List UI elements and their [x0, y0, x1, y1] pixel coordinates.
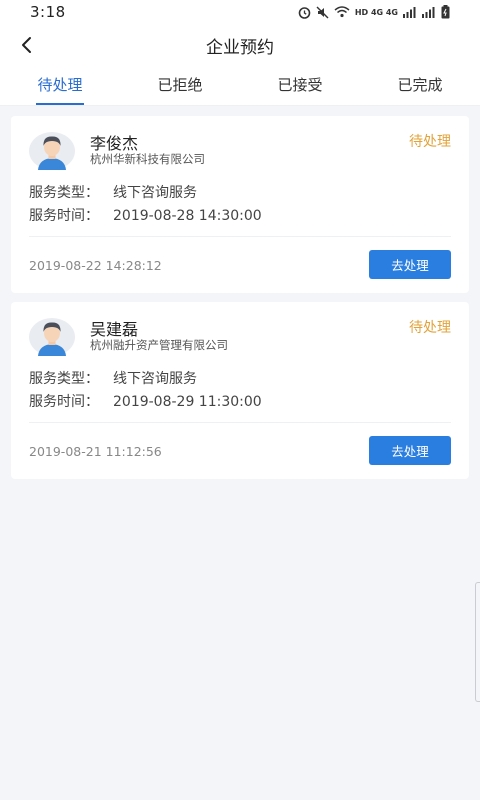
service-type-value: 线下咨询服务: [113, 371, 197, 387]
status-badge: 待处理: [409, 320, 451, 336]
service-time-row: 服务时间： 2019-08-28 14:30:00: [29, 205, 262, 225]
avatar: [29, 132, 75, 170]
service-time-label: 服务时间：: [29, 208, 99, 224]
mute-icon: [316, 6, 329, 18]
chevron-left-icon: [22, 37, 31, 53]
tab-bar: 待处理 已拒绝 已接受 已完成: [0, 66, 480, 106]
back-button[interactable]: [14, 32, 40, 58]
tab-label: 待处理: [37, 76, 83, 94]
service-type-value: 线下咨询服务: [113, 185, 197, 201]
tab-rejected[interactable]: 已拒绝: [120, 66, 240, 105]
service-type-row: 服务类型： 线下咨询服务: [29, 182, 197, 202]
header: 企业预约: [0, 24, 480, 66]
tab-active-indicator: [36, 103, 84, 105]
service-time-label: 服务时间：: [29, 394, 99, 410]
battery-icon: [441, 5, 450, 19]
status-bar: 3:18 HD 4G 4G: [0, 0, 480, 24]
service-type-row: 服务类型： 线下咨询服务: [29, 368, 197, 388]
service-type-label: 服务类型：: [29, 371, 99, 387]
signal-icon: [403, 7, 416, 18]
tab-label: 已拒绝: [157, 76, 203, 94]
divider: [29, 236, 451, 237]
company-name: 杭州融升资产管理有限公司: [90, 338, 228, 352]
status-time: 3:18: [30, 3, 66, 21]
service-type-label: 服务类型：: [29, 185, 99, 201]
tab-label: 已完成: [397, 76, 443, 94]
appointment-card[interactable]: 吴建磊 杭州融升资产管理有限公司 待处理 服务类型： 线下咨询服务 服务时间： 20…: [11, 302, 469, 479]
status-icons: HD 4G 4G: [298, 5, 450, 19]
tab-accepted[interactable]: 已接受: [240, 66, 360, 105]
tab-completed[interactable]: 已完成: [360, 66, 480, 105]
network-type: HD 4G 4G: [354, 7, 398, 17]
process-button[interactable]: 去处理: [369, 436, 451, 465]
service-time-value: 2019-08-29 11:30:00: [113, 394, 262, 410]
signal-icon: [422, 7, 435, 18]
page-title: 企业预约: [206, 37, 274, 58]
process-button[interactable]: 去处理: [369, 250, 451, 279]
edge-scroll-handle[interactable]: [475, 582, 480, 702]
company-name: 杭州华新科技有限公司: [90, 152, 205, 166]
alarm-icon: [298, 6, 311, 19]
service-time-row: 服务时间： 2019-08-29 11:30:00: [29, 391, 262, 411]
avatar: [29, 318, 75, 356]
created-time: 2019-08-21 11:12:56: [29, 444, 162, 459]
status-badge: 待处理: [409, 134, 451, 150]
divider: [29, 422, 451, 423]
appointment-card[interactable]: 李俊杰 杭州华新科技有限公司 待处理 服务类型： 线下咨询服务 服务时间： 2019…: [11, 116, 469, 293]
tab-pending[interactable]: 待处理: [0, 66, 120, 105]
wifi-icon: [334, 6, 350, 18]
created-time: 2019-08-22 14:28:12: [29, 258, 162, 273]
tab-label: 已接受: [277, 76, 323, 94]
service-time-value: 2019-08-28 14:30:00: [113, 208, 262, 224]
